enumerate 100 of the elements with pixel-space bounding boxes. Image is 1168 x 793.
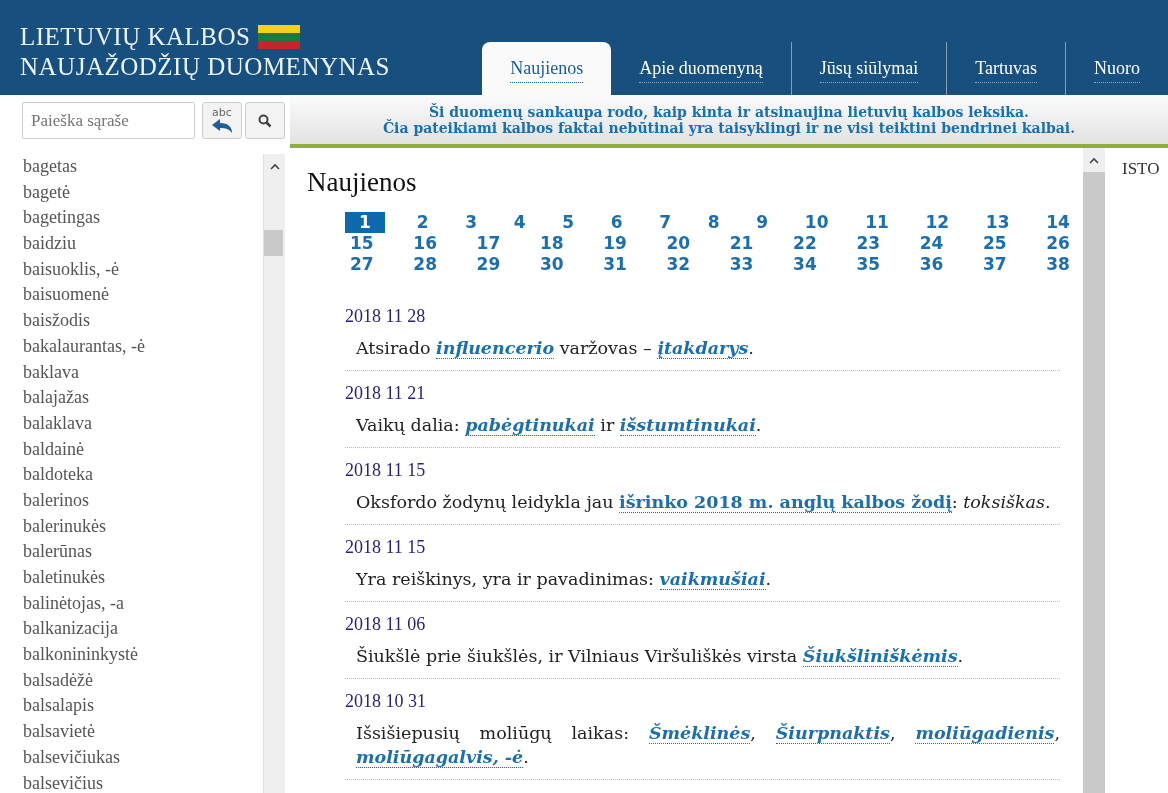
page-link[interactable]: 14 xyxy=(1041,212,1075,233)
word-link[interactable]: Šmėklinės xyxy=(648,723,751,744)
page-link[interactable]: 30 xyxy=(534,254,569,275)
word-link[interactable]: pabėgtinukai xyxy=(465,415,595,436)
page-link[interactable]: 15 xyxy=(345,233,379,254)
page-link[interactable]: 34 xyxy=(788,254,822,275)
word-link[interactable]: moliūgagalvis, -ė xyxy=(356,747,524,768)
panel-heading: ISTO xyxy=(1122,158,1160,180)
news-text: Vaikų dalia: pabėgtinukai ir išstumtinukai. xyxy=(354,414,763,437)
spellcheck-button[interactable]: abc xyxy=(202,102,242,139)
word-link[interactable]: moliūgadienis xyxy=(915,723,1055,744)
page-link[interactable]: 13 xyxy=(980,212,1015,233)
news-text: Oksfordo žodynų leidykla jau išrinko 2018 m. anglų kalbos žodį: toksiškas. xyxy=(355,491,1052,514)
page-link[interactable]: 26 xyxy=(1041,233,1075,254)
word-link[interactable]: Šiurpnaktis xyxy=(775,723,890,744)
page-link[interactable]: 38 xyxy=(1041,254,1075,275)
page-link[interactable]: 17 xyxy=(471,233,506,254)
page-link[interactable]: 31 xyxy=(598,254,632,275)
nav-tab[interactable]: Apie duomenyną xyxy=(611,42,791,95)
scrollbar[interactable] xyxy=(1083,148,1105,793)
page-link[interactable]: 20 xyxy=(661,233,696,254)
word-link[interactable]: Šiukšliniškėmis xyxy=(802,646,958,667)
word-link[interactable]: baisžodis xyxy=(23,308,263,334)
page-link[interactable]: 10 xyxy=(799,212,834,233)
word-link[interactable]: balaklava xyxy=(23,410,263,437)
flag-icon xyxy=(258,25,301,49)
page-link[interactable]: 6 xyxy=(605,212,628,233)
word-link[interactable]: balsevičius xyxy=(23,770,263,793)
chevron-up-icon[interactable] xyxy=(1089,156,1099,164)
site-title: LIETUVIŲ KALBOS xyxy=(20,22,251,52)
search-field[interactable]: Paieška sąraše xyxy=(22,102,195,139)
word-link[interactable]: balsadėžė xyxy=(23,667,263,694)
page-link[interactable]: 27 xyxy=(345,254,379,275)
word-link[interactable]: baisuomenė xyxy=(23,282,263,309)
news-text: Šiukšlė prie šiukšlės, ir Vilniaus Viršuliškės virsta Šiukšliniškėmis. xyxy=(355,645,965,668)
notice-text: Čia pateikiami kalbos faktai nebūtinai yra taisyklingi ir ne visi teiktini bendrinei kalbai. xyxy=(381,120,1076,136)
page-link[interactable]: 5 xyxy=(557,212,580,233)
page-link[interactable]: 11 xyxy=(860,212,894,233)
word-link[interactable]: balsavietė xyxy=(23,719,263,745)
page-link[interactable]: 35 xyxy=(851,254,886,275)
news-text: Yra reiškinys, yra ir pavadinimas: vaikmušiai. xyxy=(354,568,773,591)
page-link[interactable]: 18 xyxy=(534,233,569,254)
word-link[interactable]: bagetė xyxy=(23,179,263,206)
nav-tab[interactable]: Naujienos xyxy=(482,42,612,95)
page-link[interactable]: 23 xyxy=(851,233,886,254)
page-link[interactable]: 7 xyxy=(654,212,677,233)
word-link[interactable]: baldainė xyxy=(23,436,263,463)
notice-text: Ši duomenų sankaupa rodo, kaip kinta ir atsinaujina lietuvių kalbos leksika. xyxy=(428,104,1030,120)
word-link[interactable]: balerinukės xyxy=(23,513,263,540)
chevron-up-icon[interactable] xyxy=(269,162,280,170)
scroll-thumb[interactable] xyxy=(264,230,283,256)
word-link[interactable]: balkonininkystė xyxy=(23,642,263,668)
word-link[interactable]: balsalapis xyxy=(23,693,263,720)
word-link[interactable]: įtakdarys xyxy=(657,338,749,359)
word-link[interactable]: influencerio xyxy=(436,338,555,359)
news-date: 2018 11 21 xyxy=(345,382,427,404)
page-link[interactable]: 22 xyxy=(788,233,822,254)
word-link[interactable]: balerinos xyxy=(23,487,263,514)
search-button[interactable] xyxy=(245,102,285,139)
word-link[interactable]: balsevičiukas xyxy=(23,744,263,771)
word-link[interactable]: baletinukės xyxy=(23,565,263,591)
page-link[interactable]: 9 xyxy=(751,212,774,233)
page-link[interactable]: 37 xyxy=(977,254,1012,275)
word-link[interactable]: baidziu xyxy=(23,231,263,257)
news-date: 2018 11 15 xyxy=(345,536,427,558)
page-link[interactable]: 12 xyxy=(920,212,955,233)
word-link[interactable]: bagetingas xyxy=(23,205,263,232)
site-title: NAUJAŽODŽIŲ DUOMENYNAS xyxy=(20,52,390,82)
page-link[interactable]: 24 xyxy=(914,233,949,254)
page-link[interactable]: 28 xyxy=(408,254,442,275)
page-link[interactable]: 29 xyxy=(471,254,506,275)
word-link[interactable]: balerūnas xyxy=(23,539,263,565)
page-link[interactable]: 19 xyxy=(598,233,632,254)
word-link[interactable]: baklava xyxy=(23,359,263,386)
word-link[interactable]: bakalaurantas, -ė xyxy=(23,333,263,360)
word-link[interactable]: išstumtinukai xyxy=(619,415,756,436)
news-date: 2018 11 06 xyxy=(345,613,427,635)
page-link[interactable]: 21 xyxy=(724,233,759,254)
word-link[interactable]: išrinko 2018 m. anglų kalbos žodį xyxy=(619,492,952,513)
search-icon xyxy=(258,113,272,128)
page-link[interactable]: 36 xyxy=(914,254,949,275)
page-link[interactable]: 3 xyxy=(460,212,483,233)
word-link[interactable]: baisuoklis, -ė xyxy=(23,256,263,283)
word-link[interactable]: bagetas xyxy=(23,154,263,180)
news-date: 2018 11 15 xyxy=(345,459,427,481)
page-link[interactable]: 1 xyxy=(345,212,385,233)
page-link[interactable]: 32 xyxy=(661,254,696,275)
page-link[interactable]: 16 xyxy=(408,233,442,254)
word-link[interactable]: balajažas xyxy=(23,385,263,411)
page-link[interactable]: 8 xyxy=(702,212,725,233)
word-link[interactable]: balkanizacija xyxy=(23,616,263,643)
page-link[interactable]: 2 xyxy=(411,212,434,233)
page-link[interactable]: 33 xyxy=(724,254,759,275)
word-link[interactable]: baldoteka xyxy=(23,462,263,488)
scrollbar[interactable] xyxy=(263,154,285,793)
word-link[interactable]: balinėtojas, -a xyxy=(23,590,263,617)
page-heading: Naujienos xyxy=(307,166,418,198)
page-link[interactable]: 25 xyxy=(977,233,1012,254)
word-link[interactable]: vaikmušiai xyxy=(659,569,766,590)
page-link[interactable]: 4 xyxy=(508,212,531,233)
